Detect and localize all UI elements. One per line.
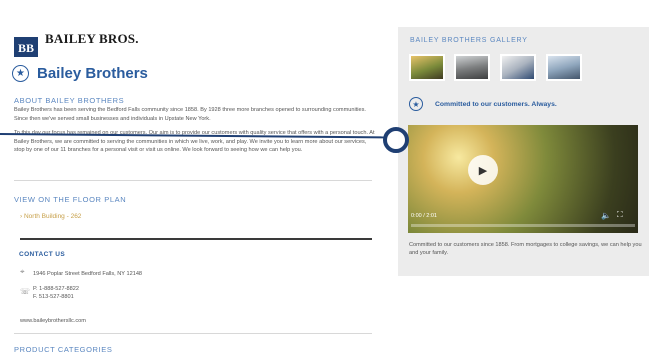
floor-plan-heading: VIEW ON THE FLOOR PLAN [14,195,127,204]
gallery-thumbnail[interactable] [409,54,445,81]
play-icon: ▶ [478,164,488,177]
logo[interactable]: BB BAILEY BROS. [14,27,139,57]
video-time: 0:00 / 2:01 [411,213,437,219]
divider [14,333,372,334]
divider-dark [20,238,372,240]
contact-address: 1946 Poplar Street Bedford Falls, NY 121… [33,271,143,277]
about-heading: ABOUT BAILEY BROTHERS [14,96,125,105]
divider [14,180,372,181]
contact-fax: F. 513-527-8801 [33,294,74,300]
product-categories-heading: PRODUCT CATEGORIES [14,345,113,354]
page-title: Bailey Brothers [37,65,148,82]
play-button[interactable]: ▶ [468,155,498,185]
gallery-thumbnail[interactable] [546,54,582,81]
about-paragraph-1: Bailey Brothers has been serving the Bed… [14,107,366,122]
fullscreen-icon[interactable]: ⛶ [617,210,623,220]
logo-mark: BB [14,37,38,57]
floor-plan-link[interactable]: › North Building - 262 [20,213,81,220]
phone-icon: ☏ [20,287,31,296]
contact-phone[interactable]: P. 1-888-527-8822 [33,285,79,293]
gallery-heading: BAILEY BROTHERS GALLERY [410,37,528,44]
committed-row: ★ Committed to our customers. Always. [409,97,557,111]
star-icon: ★ [409,97,423,111]
video-caption: Committed to our customers since 1858. F… [409,242,642,257]
volume-icon[interactable]: 🔈 [601,211,611,220]
gallery-thumbnail[interactable] [454,54,490,81]
committed-text: Committed to our customers. Always. [435,100,557,108]
location-pin-icon: ⌖ [20,267,25,276]
callout-ring [383,127,409,153]
logo-text: BAILEY BROS. [45,31,139,46]
contact-heading: CONTACT US [19,251,66,258]
website-link[interactable]: www.baileybrothersllc.com [20,318,86,324]
page-title-row: ★ Bailey Brothers [12,65,148,82]
gallery-thumbnail[interactable] [500,54,536,81]
video-progress-track[interactable] [411,224,635,227]
star-icon: ★ [12,65,29,82]
